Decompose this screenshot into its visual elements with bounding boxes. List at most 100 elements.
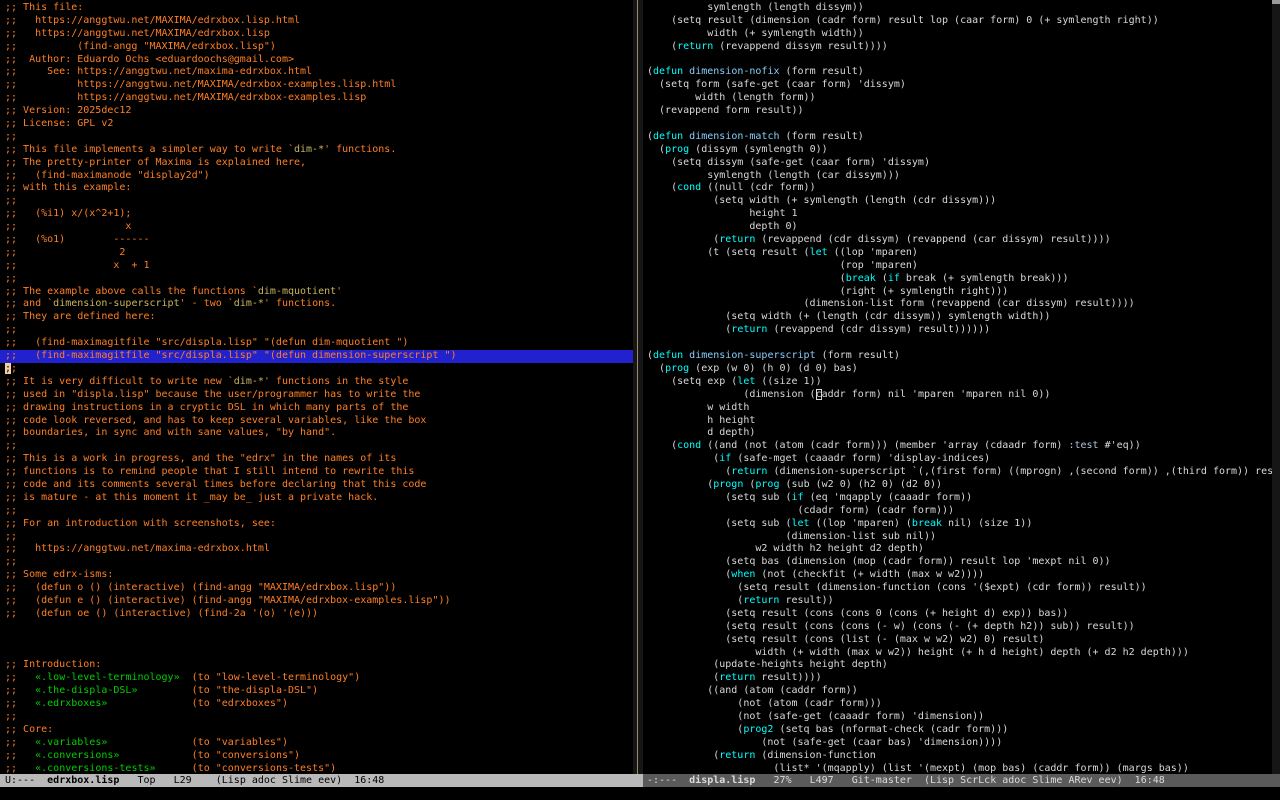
code-line: (cond ((null (cdr form)) xyxy=(647,182,1272,195)
right-scrollbar[interactable] xyxy=(1272,0,1280,774)
code-line: symlength (length (car dissym))) xyxy=(647,170,1272,183)
code-line: ;; xyxy=(5,273,633,286)
code-segment: cond xyxy=(677,440,701,451)
code-segment: ' functions. xyxy=(264,298,336,309)
code-line: (defun dimension-superscript (form resul… xyxy=(647,350,1272,363)
code-segment: ; xyxy=(11,363,17,374)
code-line xyxy=(647,337,1272,350)
code-line xyxy=(647,118,1272,131)
modeline-right[interactable]: -:--- displa.lisp 27% L497 Git-master (L… xyxy=(643,774,1280,787)
code-line: (not (atom (cadr form))) xyxy=(647,698,1272,711)
code-segment: ( xyxy=(647,672,719,683)
code-segment: prog xyxy=(665,144,689,155)
code-segment: ;; boundaries, in sync and with sane val… xyxy=(5,427,336,438)
code-line: (setq width (+ symlength (length (cdr di… xyxy=(647,195,1272,208)
code-segment: width (+ width (max w w2)) height (+ h d… xyxy=(647,647,1189,658)
code-line: (setq sub (if (eq 'mqapply (caaadr form)… xyxy=(647,492,1272,505)
code-segment: ( xyxy=(647,569,731,580)
code-segment: dim-* xyxy=(234,376,264,387)
code-segment: ;; xyxy=(5,195,17,206)
code-segment: ;; (defun o () (interactive) (find-angg … xyxy=(5,582,396,593)
code-segment: ;; Some edrx-isms: xyxy=(5,569,113,580)
code-line: ;; Author: Eduardo Ochs <eduardoochs@gma… xyxy=(5,54,633,67)
code-segment: «.edrxboxes» xyxy=(35,698,107,709)
code-line: ;; License: GPL v2 xyxy=(5,118,633,131)
code-line: ;; functions is to remind people that I … xyxy=(5,466,633,479)
code-segment: if xyxy=(888,273,900,284)
code-segment: ( xyxy=(647,479,713,490)
code-segment: (not (checkfit (+ width (max w w2)))) xyxy=(755,569,984,580)
code-line: (setq sub (let ((lop 'mparen) (break nil… xyxy=(647,518,1272,531)
code-segment: symlength (length dissym)) xyxy=(647,2,864,13)
code-segment: ((and (atom (caddr form)) xyxy=(647,685,858,696)
code-segment: (revappend (cdr dissym) result)))))) xyxy=(767,324,990,335)
code-line: ;; Introduction: xyxy=(5,659,633,672)
code-segment: ;; https://anggtwu.net/maxima-edrxbox.ht… xyxy=(5,543,270,554)
code-line: ;; xyxy=(5,131,633,144)
code-line: ;; (find-maximagitfile "src/displa.lisp"… xyxy=(5,337,633,350)
code-segment: ( xyxy=(647,724,743,735)
code-line: ;; For an introduction with screenshots,… xyxy=(5,518,633,531)
code-segment: ;; xyxy=(5,505,17,516)
modeline-right-info: 27% L497 Git-master (Lisp ScrLck adoc Sl… xyxy=(755,775,1164,786)
code-segment: (to "conversions") xyxy=(119,750,300,761)
code-line: ;; (defun oe () (interactive) (find-2a '… xyxy=(5,608,633,621)
code-line: ;; xyxy=(5,195,633,208)
code-segment: (setq sub ( xyxy=(647,518,792,529)
code-line: depth 0) xyxy=(647,221,1272,234)
code-line: ((and (atom (caddr form)) xyxy=(647,685,1272,698)
code-line: ;; used in "displa.lisp" because the use… xyxy=(5,389,633,402)
code-segment: ;; Author: Eduardo Ochs <eduardoochs@gma… xyxy=(5,54,294,65)
editor-left[interactable]: ;; This file:;; https://anggtwu.net/MAXI… xyxy=(0,0,633,776)
code-segment: (to "low-level-terminology") xyxy=(180,672,361,683)
code-segment: (to "the-displa-DSL") xyxy=(137,685,318,696)
code-line: ;; x xyxy=(5,221,633,234)
code-segment: (setq result (cons (cons (- w) (cons (- … xyxy=(647,621,1135,632)
code-segment: defun xyxy=(653,66,683,77)
code-segment: «.the-displa-DSL» xyxy=(35,685,137,696)
modeline-left[interactable]: U:--- edrxbox.lisp Top L29 (Lisp adoc Sl… xyxy=(0,774,643,787)
echo-area[interactable] xyxy=(0,787,1280,800)
code-segment: ;; https://anggtwu.net/MAXIMA/edrxbox-ex… xyxy=(5,92,366,103)
code-segment: ;; (%o1) ------ xyxy=(5,234,150,245)
modeline-left-flags: U:--- xyxy=(5,775,47,786)
code-segment: (setq dissym (safe-get (caar form) 'diss… xyxy=(647,157,930,168)
code-segment: :test xyxy=(1068,440,1098,451)
code-line: ;; Core: xyxy=(5,724,633,737)
code-line: (prog (exp (w 0) (h 0) (d 0) bas) xyxy=(647,363,1272,376)
code-line: h height xyxy=(647,415,1272,428)
left-scrollbar[interactable] xyxy=(633,0,643,774)
code-line: (setq result (cons (cons (- w) (cons (- … xyxy=(647,621,1272,634)
code-segment: (t (setq result ( xyxy=(647,247,810,258)
code-line: ;; with this example: xyxy=(5,182,633,195)
modeline-left-info: Top L29 (Lisp adoc Slime eev) 16:48 xyxy=(119,775,384,786)
code-line: ;; is mature - at this moment it _may be… xyxy=(5,492,633,505)
code-segment: ;; It is very difficult to write new ` xyxy=(5,376,234,387)
code-segment: (setq result (cons (cons 0 (cons (+ heig… xyxy=(647,608,1068,619)
editor-right[interactable]: symlength (length dissym)) (setq result … xyxy=(643,0,1272,776)
code-segment: ( xyxy=(647,440,677,451)
code-line: (cond ((and (not (atom (cadr form))) (me… xyxy=(647,440,1272,453)
code-segment: (setq bas (dimension (mop (cadr form)) r… xyxy=(647,556,1111,567)
code-line: (return (revappend (cdr dissym) result))… xyxy=(647,324,1272,337)
code-line: ;; x + 1 xyxy=(5,260,633,273)
left-scrollbar-thumb[interactable] xyxy=(637,0,638,774)
code-line: ;; https://anggtwu.net/MAXIMA/edrxbox.li… xyxy=(5,15,633,28)
code-segment: width (+ symlength width)) xyxy=(647,28,864,39)
code-segment: (not (atom (cadr form))) xyxy=(647,698,882,709)
code-segment: (dimension ( xyxy=(647,389,816,400)
code-line: ;; (find-maximagitfile "src/displa.lisp"… xyxy=(0,350,633,363)
code-segment: w width xyxy=(647,402,749,413)
right-scrollbar-thumb[interactable] xyxy=(1272,0,1280,4)
code-segment: ' xyxy=(336,286,342,297)
code-segment: ;; (find-angg "MAXIMA/edrxbox.lisp") xyxy=(5,41,276,52)
code-line: ;; «.variables» (to "variables") xyxy=(5,737,633,750)
code-line: (progn (prog (sub (w2 0) (h2 0) (d2 0)) xyxy=(647,479,1272,492)
code-segment: (setq result (dimension-function (cons '… xyxy=(647,582,1147,593)
code-segment: ;; Introduction: xyxy=(5,659,101,670)
code-segment: (update-heights height depth) xyxy=(647,659,888,670)
code-segment: if xyxy=(792,492,804,503)
code-segment: prog xyxy=(665,363,689,374)
code-line: (return (dimension-superscript `(,(first… xyxy=(647,466,1272,479)
code-segment: ( xyxy=(743,479,755,490)
